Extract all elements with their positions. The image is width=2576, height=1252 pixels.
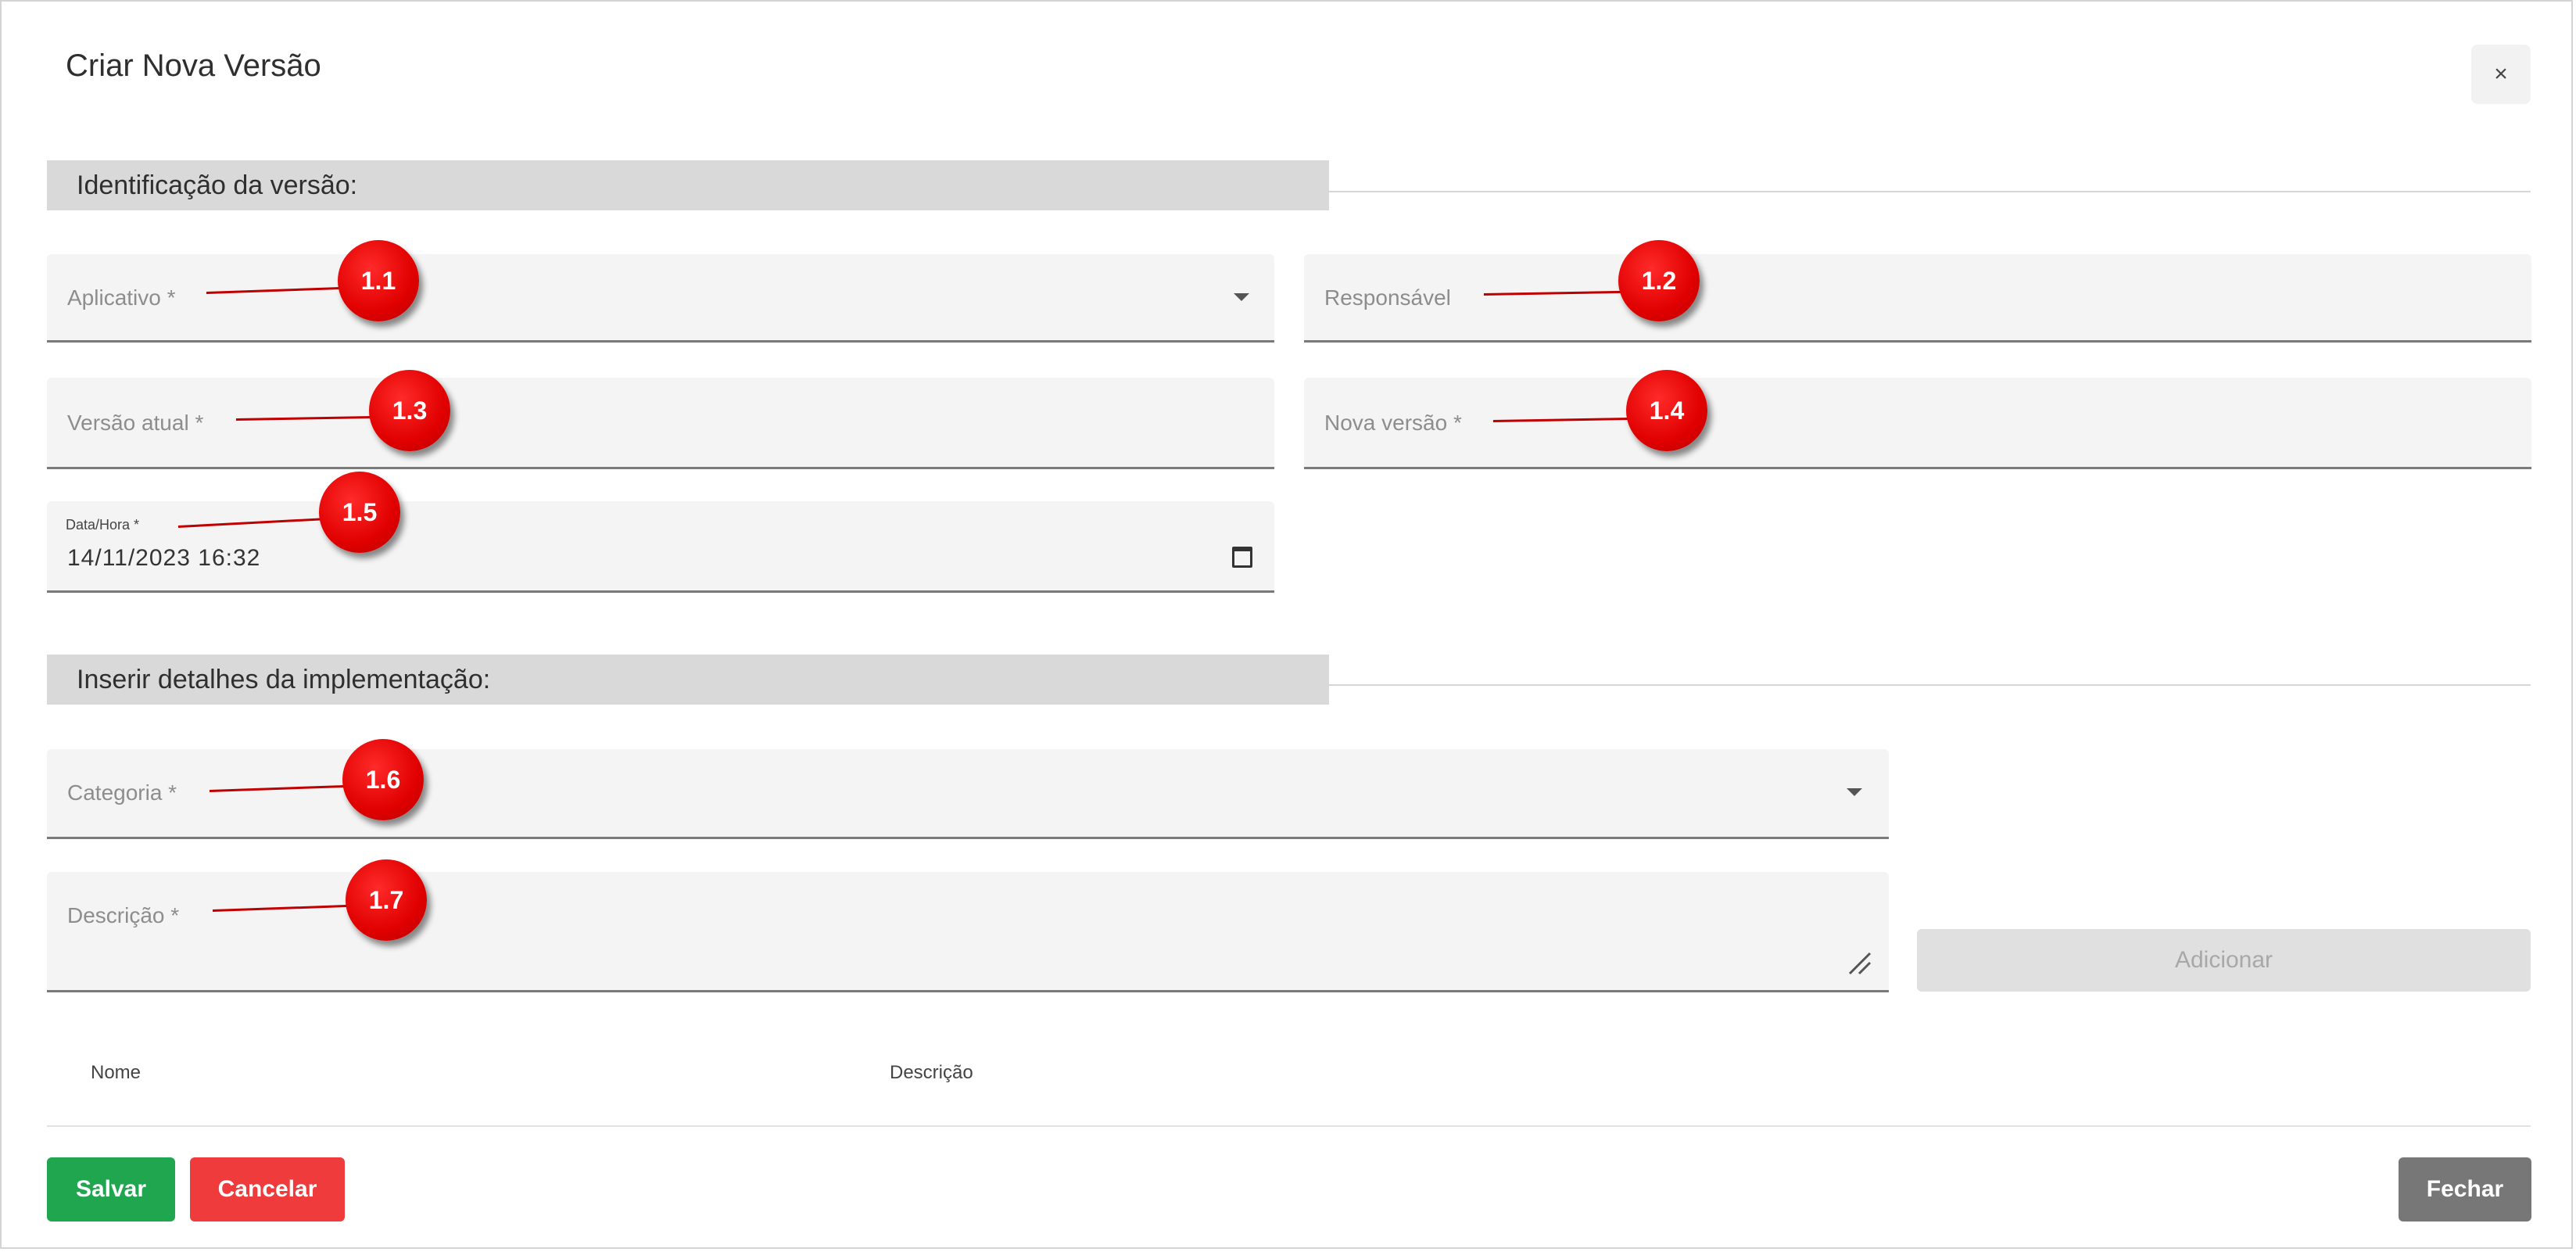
callout-badge: 1.7 xyxy=(346,859,427,941)
categoria-label: Categoria * xyxy=(67,780,177,805)
section-divider xyxy=(1329,684,2531,686)
table-divider xyxy=(47,1125,2531,1127)
categoria-select[interactable]: Categoria * xyxy=(47,749,1889,839)
close-button[interactable]: Fechar xyxy=(2399,1157,2531,1222)
callout-badge: 1.2 xyxy=(1618,240,1700,321)
responsavel-field[interactable]: Responsável xyxy=(1304,254,2531,343)
dialog-title: Criar Nova Versão xyxy=(66,48,321,83)
descricao-textarea[interactable]: Descrição * xyxy=(47,872,1889,992)
data-hora-field[interactable]: Data/Hora * 14/11/2023 16:32 xyxy=(47,501,1274,593)
descricao-label: Descrição * xyxy=(67,903,180,927)
close-icon[interactable]: × xyxy=(2471,45,2531,104)
chevron-down-icon xyxy=(1847,788,1862,796)
resize-handle-icon[interactable] xyxy=(1847,950,1873,977)
column-header-descricao: Descrição xyxy=(890,1062,973,1083)
section-details-header: Inserir detalhes da implementação: xyxy=(47,655,1329,705)
callout-badge: 1.5 xyxy=(319,472,400,553)
cancel-button[interactable]: Cancelar xyxy=(190,1157,345,1222)
nova-versao-field[interactable]: Nova versão * xyxy=(1304,378,2531,469)
create-version-dialog: Criar Nova Versão × Identificação da ver… xyxy=(0,0,2573,1249)
callout-badge: 1.6 xyxy=(342,739,424,820)
aplicativo-label: Aplicativo * xyxy=(67,285,176,310)
save-button[interactable]: Salvar xyxy=(47,1157,175,1222)
calendar-icon[interactable] xyxy=(1232,547,1252,568)
callout-badge: 1.4 xyxy=(1626,370,1707,451)
data-hora-value: 14/11/2023 16:32 xyxy=(67,545,261,571)
section-identification-header: Identificação da versão: xyxy=(47,160,1329,210)
responsavel-label: Responsável xyxy=(1324,285,1451,310)
callout-badge: 1.1 xyxy=(338,240,419,321)
column-header-nome: Nome xyxy=(91,1062,142,1083)
aplicativo-select[interactable]: Aplicativo * xyxy=(47,254,1274,343)
nova-versao-label: Nova versão * xyxy=(1324,411,1462,435)
section-divider xyxy=(1329,191,2531,192)
callout-badge: 1.3 xyxy=(369,370,450,451)
data-hora-label: Data/Hora * xyxy=(66,517,140,533)
add-button[interactable]: Adicionar xyxy=(1917,929,2531,992)
chevron-down-icon xyxy=(1234,293,1249,301)
versao-atual-label: Versão atual * xyxy=(67,411,204,435)
versao-atual-field[interactable]: Versão atual * xyxy=(47,378,1274,469)
